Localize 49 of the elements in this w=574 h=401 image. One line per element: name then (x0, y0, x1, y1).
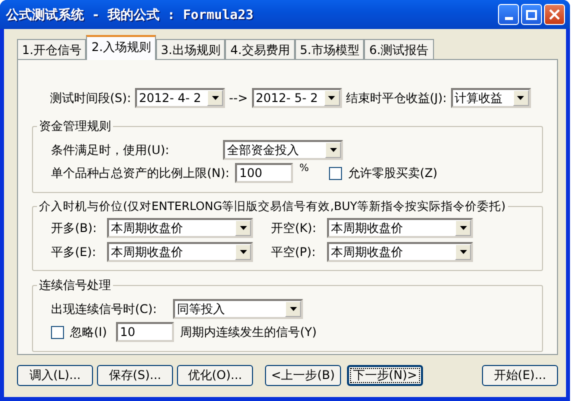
dropdown[interactable]: 2012- 5- 2 (252, 88, 342, 108)
input-field[interactable]: 10 (116, 322, 174, 342)
field-label: 出现连续信号时(C): (51, 300, 158, 318)
dialog-button[interactable]: 下一步(N)> (347, 365, 423, 386)
dropdown[interactable]: 本周期收盘价 (107, 218, 253, 238)
input-field[interactable]: 100 (235, 163, 294, 183)
dropdown[interactable]: 2012- 4- 2 (135, 88, 226, 108)
tab[interactable]: 1.开仓信号 (17, 39, 86, 59)
checkbox[interactable] (51, 326, 64, 338)
dialog-button[interactable]: 优化(O)... (177, 365, 253, 386)
dropdown[interactable]: 本周期收盘价 (327, 242, 473, 262)
minimize-icon (504, 17, 512, 20)
group-title: 资金管理规则 (38, 118, 112, 135)
close-icon (549, 9, 560, 20)
window-title: 公式测试系统 - 我的公式 : Formula23 (6, 6, 254, 24)
dropdown[interactable]: 全部资金投入 (223, 140, 343, 160)
group-title: 介入时机与价位(仅对ENTERLONG等旧版交易信号有效,BUY等新指令按实际指令价委托) (38, 199, 507, 214)
tab[interactable]: 3.出场规则 (156, 39, 226, 59)
maximize-icon (526, 10, 537, 20)
dialog-button[interactable]: 保存(S)... (97, 365, 173, 386)
field-label: 结束时平仓收益(J): (346, 90, 447, 106)
field-label: 单个品种占总资产的比例上限(N): (51, 164, 230, 182)
field-label: 周期内连续发生的信号(Y) (180, 324, 317, 340)
dropdown[interactable]: 计算收益 (450, 88, 531, 108)
tab[interactable]: 4.交易费用 (225, 39, 295, 59)
field-label: 平空(P): (271, 244, 317, 260)
field-label: 测试时间段(S): (50, 90, 132, 106)
maximize-button[interactable] (521, 4, 542, 25)
field-label: 开多(B): (51, 220, 98, 236)
field-label: 平多(E): (51, 244, 97, 260)
dropdown[interactable]: 本周期收盘价 (107, 242, 253, 262)
range-arrow: --> (229, 91, 248, 105)
dialog-button[interactable]: 开始(E)... (482, 365, 558, 386)
dropdown[interactable]: 同等投入 (173, 299, 303, 319)
checkbox-label: 允许零股买卖(Z) (348, 164, 438, 182)
tab[interactable]: 5.市场模型 (294, 39, 364, 59)
tab[interactable]: 2.入场规则 (86, 35, 156, 60)
minimize-button[interactable] (498, 4, 519, 25)
close-button[interactable] (544, 4, 565, 25)
unit-label: % (299, 163, 309, 174)
dropdown[interactable]: 本周期收盘价 (327, 218, 473, 238)
tab[interactable]: 6.测试报告 (364, 39, 434, 59)
group-title: 连续信号处理 (38, 277, 112, 294)
field-label: 条件满足时，使用(U): (51, 142, 170, 158)
field-label: 开空(K): (271, 220, 318, 236)
checkbox[interactable] (328, 166, 342, 180)
dialog-button[interactable]: <上一步(B) (265, 365, 341, 386)
checkbox-label: 忽略(I) (70, 324, 108, 340)
dialog-button[interactable]: 调入(L)... (17, 365, 93, 386)
